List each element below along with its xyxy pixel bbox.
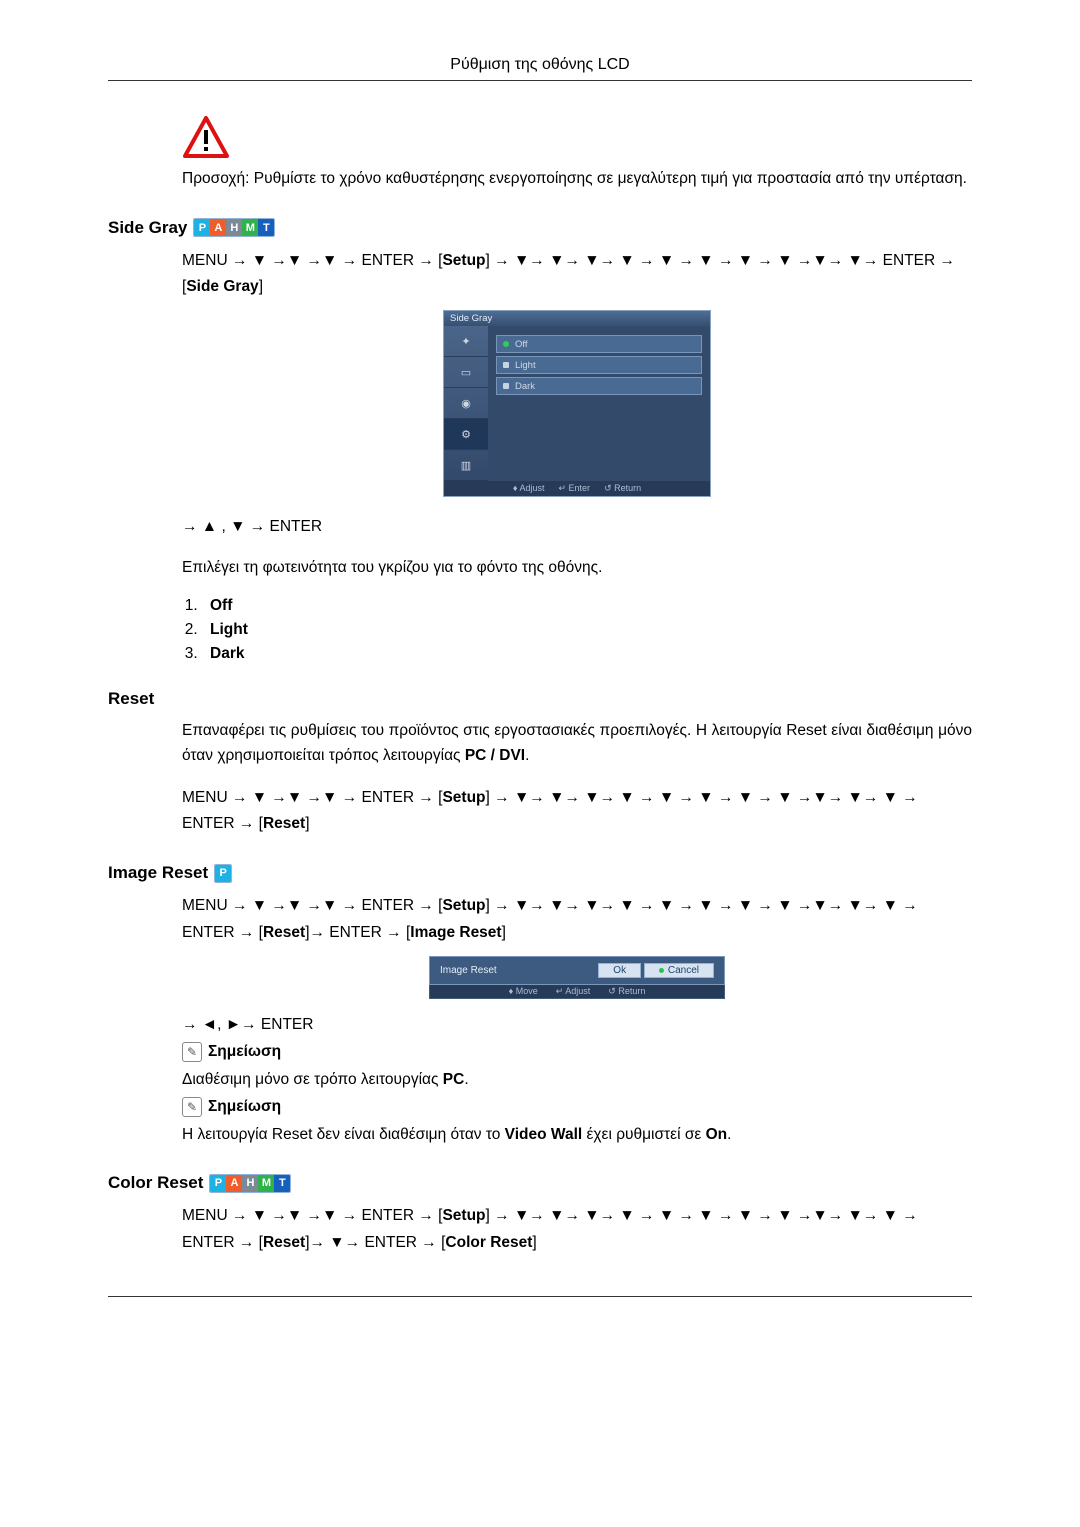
list-item: Dark xyxy=(202,645,972,663)
list-item: Light xyxy=(202,621,972,639)
post-nav-side-gray: → ▲ , ▼ → ENTER xyxy=(182,515,972,540)
osd-title: Side Gray xyxy=(444,311,710,326)
osd-side-icon[interactable]: ▥ xyxy=(444,450,488,481)
tag-a-icon: A xyxy=(226,1175,242,1192)
note2-text: Η λειτουργία Reset δεν είναι διαθέσιμη ό… xyxy=(182,1123,972,1148)
note-label: Σημείωση xyxy=(208,1043,281,1061)
image-reset-dialog: Image Reset Ok Cancel ♦ Move ↵ Adjust ↺ … xyxy=(429,956,725,999)
mode-tags: P A H M T xyxy=(193,218,275,237)
menu-path-color-reset: MENU → ▼ →▼ →▼ → ENTER → [Setup] → ▼→ ▼→… xyxy=(182,1203,972,1256)
heading-reset: Reset xyxy=(108,689,154,709)
note-icon xyxy=(182,1042,202,1062)
tag-p-icon: P xyxy=(215,865,231,882)
osd-option-light[interactable]: Light xyxy=(496,356,702,374)
tag-h-icon: H xyxy=(226,219,242,236)
page-title: Ρύθμιση της οθόνης LCD xyxy=(108,56,972,74)
osd-side-icon[interactable]: ⚙ xyxy=(444,419,488,450)
tag-t-icon: T xyxy=(258,219,274,236)
osd-side-gray: Side Gray ✦ ▭ ◉ ⚙ ▥ Off Light Dark ♦ Adj… xyxy=(443,310,711,497)
heading-image-reset: Image Reset xyxy=(108,863,208,883)
note1-text: Διαθέσιμη μόνο σε τρόπο λειτουργίας PC. xyxy=(182,1068,972,1093)
menu-path-image-reset: MENU → ▼ →▼ →▼ → ENTER → [Setup] → ▼→ ▼→… xyxy=(182,893,972,946)
osd-side-icon[interactable]: ◉ xyxy=(444,388,488,419)
dialog-footer: ♦ Move ↵ Adjust ↺ Return xyxy=(429,985,725,999)
tag-t-icon: T xyxy=(274,1175,290,1192)
menu-path-reset: MENU → ▼ →▼ →▼ → ENTER → [Setup] → ▼→ ▼→… xyxy=(182,785,972,838)
caution-text: Προσοχή: Ρυθμίστε το χρόνο καθυστέρησης … xyxy=(182,167,972,192)
post-nav-image-reset: → ◄, ►→ ENTER xyxy=(182,1013,972,1038)
menu-path-side-gray: MENU → ▼ →▼ →▼ → ENTER → [Setup] → ▼→ ▼→… xyxy=(182,248,972,301)
osd-option-dark[interactable]: Dark xyxy=(496,377,702,395)
side-gray-options-list: Off Light Dark xyxy=(202,597,972,663)
heading-side-gray: Side Gray xyxy=(108,218,187,238)
dialog-title: Image Reset xyxy=(440,965,497,976)
osd-side-icon[interactable]: ✦ xyxy=(444,326,488,357)
osd-side-icon[interactable]: ▭ xyxy=(444,357,488,388)
caution-icon xyxy=(182,115,972,159)
tag-m-icon: M xyxy=(258,1175,274,1192)
mode-tags: P A H M T xyxy=(209,1174,291,1193)
footer-rule xyxy=(108,1296,972,1297)
cancel-button[interactable]: Cancel xyxy=(644,963,714,978)
mode-tags: P xyxy=(214,864,232,883)
tag-p-icon: P xyxy=(194,219,210,236)
desc-reset: Επαναφέρει τις ρυθμίσεις του προϊόντος σ… xyxy=(182,719,972,769)
osd-option-off[interactable]: Off xyxy=(496,335,702,353)
tag-p-icon: P xyxy=(210,1175,226,1192)
note-label: Σημείωση xyxy=(208,1098,281,1116)
header-rule xyxy=(108,80,972,81)
list-item: Off xyxy=(202,597,972,615)
desc-side-gray: Επιλέγει τη φωτεινότητα του γκρίζου για … xyxy=(182,556,972,581)
osd-footer: ♦ Adjust ↵ Enter ↺ Return xyxy=(444,481,710,496)
tag-h-icon: H xyxy=(242,1175,258,1192)
tag-a-icon: A xyxy=(210,219,226,236)
osd-sidebar: ✦ ▭ ◉ ⚙ ▥ xyxy=(444,326,488,481)
ok-button[interactable]: Ok xyxy=(598,963,641,978)
heading-color-reset: Color Reset xyxy=(108,1173,203,1193)
tag-m-icon: M xyxy=(242,219,258,236)
note-icon xyxy=(182,1097,202,1117)
